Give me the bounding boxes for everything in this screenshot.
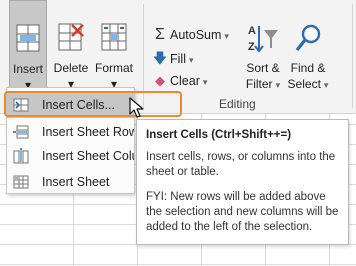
delete-cells-icon [58,23,84,51]
find-select-dropdown-caret: ▾ [323,80,329,90]
group-separator [352,4,353,108]
insert-rows-icon [13,125,29,139]
format-button[interactable]: Format ▾ [93,0,135,100]
insert-cells-icon [16,24,40,52]
menu-item-insert-sheet-columns[interactable]: Insert Sheet Columns [7,143,134,169]
menu-item-insert-sheet-rows[interactable]: Insert Sheet Rows [7,119,135,145]
eraser-icon: ◆ [155,73,165,88]
highlight-callout [4,91,182,117]
clear-dropdown-caret: ▾ [202,77,208,87]
insert-sheet-icon [13,175,29,189]
fill-button[interactable]: 🡇 Fill ▾ [152,50,194,68]
menu-item-label: Insert Sheet Columns [42,149,134,163]
fill-down-icon: 🡇 [152,50,168,66]
format-cells-icon [101,23,127,51]
autosum-label: AutoSum [170,28,222,42]
fill-dropdown-caret: ▾ [188,55,194,65]
menu-item-insert-sheet[interactable]: Insert Sheet [7,169,134,193]
sort-filter-dropdown-caret: ▾ [275,80,281,90]
insert-columns-icon [13,148,29,164]
insert-cells-tooltip: Insert Cells (Ctrl+Shift++=) Insert cell… [136,119,349,245]
clear-button[interactable]: ◆ Clear ▾ [152,73,207,90]
tooltip-fyi: FYI: New rows will be added above the se… [146,191,339,233]
fill-label: Fill [170,52,186,66]
tooltip-description: Insert cells, rows, or columns into the … [146,151,336,178]
clear-label: Clear [170,74,200,88]
mouse-cursor-icon [129,97,144,118]
find-select-label-2: Select [287,77,321,91]
find-select-button[interactable]: Find & Select ▾ [286,0,330,100]
autosum-dropdown-caret: ▾ [224,31,229,41]
insert-button[interactable]: Insert ▾ [9,0,47,100]
grid-line [0,264,356,265]
insert-label: Insert [12,62,43,76]
svg-text:A: A [248,25,256,37]
menu-item-label: Insert Sheet [42,175,110,189]
tooltip-title: Insert Cells (Ctrl+Shift++=) [146,129,292,141]
autosum-button[interactable]: Σ AutoSum ▾ [152,27,229,44]
sort-filter-label-1: Sort & [246,61,280,75]
sort-filter-button[interactable]: A Z Sort & Filter ▾ [240,0,286,100]
find-select-label-1: Find & [290,61,326,75]
sigma-icon: Σ [155,26,165,43]
delete-button[interactable]: Delete ▾ [50,0,92,100]
format-label: Format [94,61,133,75]
menu-item-label: Insert Sheet Rows [42,125,135,139]
editing-group-label: Editing [219,97,256,111]
find-select-label-2-row: Select ▾ [286,78,330,91]
delete-label: Delete [53,61,89,75]
svg-text:Z: Z [248,41,255,53]
sort-filter-icon: A Z [248,25,278,53]
magnifier-icon [295,24,321,51]
sort-filter-label-2: Filter [245,77,273,91]
sort-filter-label-2-row: Filter ▾ [240,78,286,91]
